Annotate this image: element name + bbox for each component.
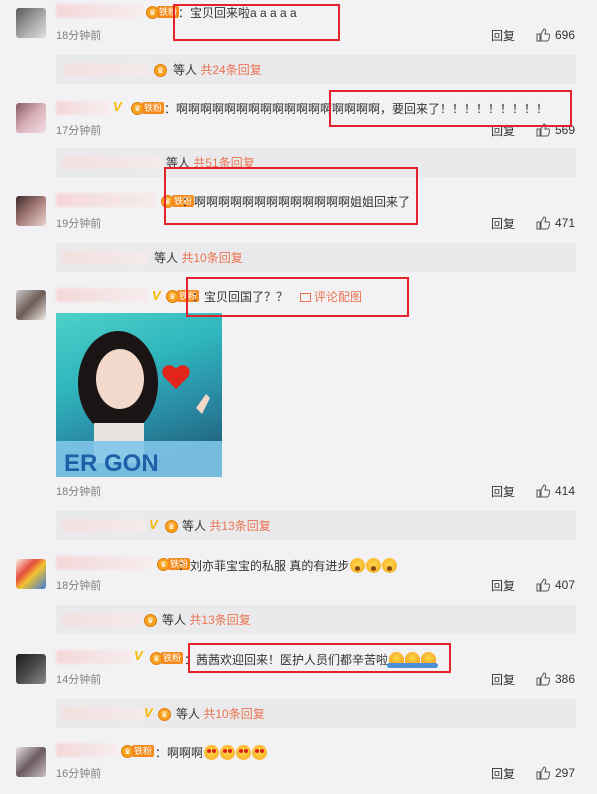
- reply-count[interactable]: 共13条回复: [189, 613, 250, 627]
- highlight-box: [188, 643, 451, 673]
- heart-eyes-emoji-icon: [220, 745, 236, 760]
- fan-badge: ♛: [144, 613, 157, 627]
- avatar[interactable]: [16, 8, 46, 38]
- username-blurred[interactable]: [56, 743, 118, 757]
- reply-summary[interactable]: V ♛ 等人 共10条回复: [56, 699, 576, 728]
- avatar[interactable]: [16, 747, 46, 777]
- comment-text: ：啊啊啊: [155, 745, 268, 760]
- fan-badge: ♛ 铁粉: [121, 744, 155, 758]
- reply-summary[interactable]: V ♛ 等人 共13条回复: [56, 511, 576, 540]
- reply-button[interactable]: 回复: [491, 579, 515, 593]
- like-button[interactable]: 407: [536, 578, 575, 592]
- like-count: 414: [555, 484, 576, 498]
- reply-username-blurred: [62, 251, 148, 264]
- avatar[interactable]: [16, 196, 46, 226]
- shocked-emoji-icon: [366, 558, 382, 573]
- fan-badge: ♛: [165, 519, 178, 533]
- verified-icon: V: [152, 288, 161, 303]
- reply-button[interactable]: 回复: [491, 217, 515, 231]
- thumbs-up-icon: [536, 766, 550, 780]
- verified-icon: V: [144, 705, 153, 720]
- like-count: 386: [555, 672, 576, 686]
- reply-username-blurred: [62, 613, 142, 626]
- like-button[interactable]: 414: [536, 484, 575, 498]
- comment-time: 19分钟前: [56, 218, 102, 230]
- photo-caption: ER GON: [64, 450, 159, 477]
- like-button[interactable]: 386: [536, 672, 575, 686]
- like-count: 297: [555, 766, 576, 780]
- verified-icon: V: [134, 648, 143, 663]
- like-button[interactable]: 297: [536, 766, 575, 780]
- reply-username-blurred: [64, 63, 150, 76]
- crown-icon: ♛: [158, 707, 171, 721]
- reply-username-blurred: [62, 519, 146, 532]
- comment-time: 18分钟前: [56, 580, 102, 592]
- comment-time: 18分钟前: [56, 486, 102, 498]
- reply-button[interactable]: 回复: [491, 485, 515, 499]
- like-button[interactable]: 696: [536, 28, 575, 42]
- reply-count[interactable]: 共10条回复: [203, 707, 264, 721]
- crown-icon: ♛: [144, 613, 157, 627]
- thumbs-up-icon: [536, 578, 550, 592]
- username-blurred[interactable]: [56, 4, 144, 18]
- verified-icon: V: [149, 517, 158, 532]
- reply-prefix: 等人: [162, 613, 187, 627]
- reply-prefix: 等人: [182, 519, 207, 533]
- reply-button[interactable]: 回复: [491, 29, 515, 43]
- thumbs-up-icon: [536, 672, 550, 686]
- reply-count[interactable]: 共13条回复: [209, 519, 270, 533]
- comment-time: 18分钟前: [56, 30, 102, 42]
- reply-summary[interactable]: ♛ 等人 共24条回复: [56, 55, 576, 84]
- fan-badge: ♛: [154, 63, 167, 77]
- like-button[interactable]: 471: [536, 216, 575, 230]
- reply-count[interactable]: 共10条回复: [181, 251, 242, 265]
- username-blurred[interactable]: [56, 556, 152, 570]
- reply-summary[interactable]: ♛ 等人 共13条回复: [56, 605, 576, 634]
- username-blurred[interactable]: [56, 193, 158, 207]
- username-blurred[interactable]: [56, 288, 148, 302]
- highlight-box: [164, 167, 418, 225]
- heart-eyes-emoji-icon: [236, 745, 252, 760]
- reply-prefix: 等人: [154, 251, 179, 265]
- like-count: 471: [555, 216, 576, 230]
- reply-count[interactable]: 共24条回复: [200, 63, 261, 77]
- avatar[interactable]: [16, 103, 46, 133]
- reply-prefix: 等人: [176, 707, 201, 721]
- photo-illustration: ER GON: [56, 331, 222, 477]
- crown-icon: ♛: [154, 63, 167, 77]
- comment-time: 17分钟前: [56, 125, 102, 137]
- thumbs-up-icon: [536, 216, 550, 230]
- fan-badge: ♛ 铁粉: [150, 651, 184, 665]
- highlight-box: [186, 277, 409, 317]
- shocked-emoji-icon: [350, 558, 366, 573]
- avatar[interactable]: [16, 290, 46, 320]
- like-count: 407: [555, 578, 576, 592]
- username-blurred[interactable]: [56, 101, 110, 115]
- reply-prefix: 等人: [173, 63, 198, 77]
- comment-text: ：刘亦菲宝宝的私服 真的有进步: [178, 558, 398, 573]
- thumbs-up-icon: [536, 28, 550, 42]
- highlight-box: [173, 4, 340, 41]
- reply-summary[interactable]: 等人 共10条回复: [56, 243, 576, 272]
- comment-time: 16分钟前: [56, 768, 102, 780]
- reply-username-blurred: [62, 707, 144, 720]
- username-blurred[interactable]: [56, 650, 134, 664]
- heart-eyes-emoji-icon: [204, 745, 220, 760]
- thumbs-up-icon: [536, 484, 550, 498]
- reply-button[interactable]: 回复: [491, 673, 515, 687]
- heart-eyes-emoji-icon: [252, 745, 268, 760]
- comment-photo[interactable]: ER GON: [56, 313, 222, 477]
- verified-icon: V: [113, 99, 122, 114]
- fan-badge: ♛: [158, 707, 171, 721]
- avatar[interactable]: [16, 559, 46, 589]
- highlight-box: [329, 90, 572, 127]
- reply-button[interactable]: 回复: [491, 767, 515, 781]
- shocked-emoji-icon: [382, 558, 398, 573]
- comment-time: 14分钟前: [56, 674, 102, 686]
- reply-username-blurred: [62, 156, 162, 169]
- like-count: 696: [555, 28, 576, 42]
- crown-icon: ♛: [165, 519, 178, 533]
- fan-badge: ♛ 铁粉: [131, 101, 165, 115]
- avatar[interactable]: [16, 654, 46, 684]
